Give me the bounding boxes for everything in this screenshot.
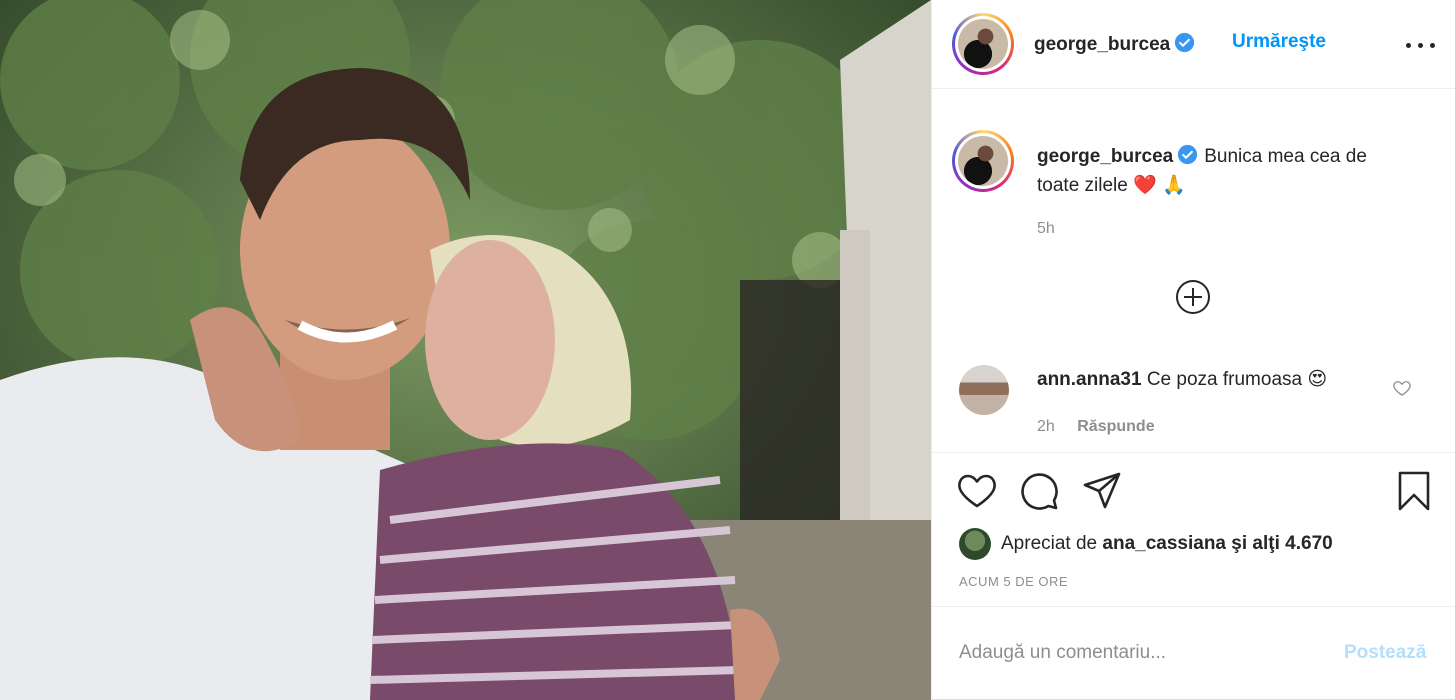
post-comment-button[interactable]: Postează (1344, 642, 1426, 664)
caption-time[interactable]: 5h (1037, 220, 1055, 238)
caption-text: george_burcea Bunica mea cea de toate zil… (1037, 142, 1397, 200)
verified-badge-icon (1178, 144, 1198, 165)
bookmark-icon[interactable] (1394, 471, 1434, 511)
comment-input[interactable] (959, 635, 1319, 671)
likes-prefix: Apreciat de (1001, 533, 1098, 554)
likes-summary: Apreciat de ana_cassiana şi alţi 4.670 (959, 528, 1333, 560)
caption-username[interactable]: george_burcea (1037, 146, 1173, 167)
comment-body: Ce poza frumoasa (1146, 369, 1303, 390)
heart-icon[interactable] (957, 471, 997, 511)
share-icon[interactable] (1082, 471, 1122, 511)
commenter-username[interactable]: ann.anna31 (1037, 369, 1142, 390)
liker-username[interactable]: ana_cassiana (1102, 533, 1226, 555)
reply-button[interactable]: Răspunde (1077, 418, 1154, 435)
comment-emoji: 😍 (1307, 369, 1328, 390)
caption-avatar[interactable] (952, 130, 1014, 192)
post-photo-illustration (0, 0, 931, 700)
plus-circle-icon[interactable] (1175, 279, 1211, 315)
post-header: george_burcea Urmăreşte (932, 0, 1455, 89)
author-avatar[interactable] (952, 13, 1014, 75)
instagram-post: george_burcea Urmăreşte george_burcea Bun… (0, 0, 1455, 700)
comment-icon[interactable] (1019, 471, 1059, 511)
comment-text: ann.anna31 Ce poza frumoasa 😍 (1037, 368, 1327, 391)
likes-others[interactable]: alţi 4.670 (1252, 533, 1332, 555)
post-timestamp[interactable]: ACUM 5 DE ORE (959, 574, 1068, 589)
more-options-icon[interactable] (1406, 34, 1436, 54)
likes-joiner: şi (1231, 533, 1248, 554)
verified-badge-icon (1175, 32, 1195, 53)
comment-meta: 2h Răspunde (1037, 418, 1155, 436)
commenter-avatar[interactable] (959, 365, 1009, 415)
post-side-panel: george_burcea Urmăreşte george_burcea Bun… (931, 0, 1455, 700)
liker-avatar[interactable] (959, 528, 991, 560)
comment-time[interactable]: 2h (1037, 418, 1055, 435)
author-username[interactable]: george_burcea (1034, 32, 1195, 56)
follow-button[interactable]: Urmăreşte (1232, 31, 1326, 53)
post-photo[interactable] (0, 0, 931, 700)
caption-emojis: ❤️ 🙏 (1133, 175, 1186, 196)
comment-like-heart-icon[interactable] (1392, 378, 1412, 398)
add-comment-bar: Postează (932, 606, 1455, 700)
